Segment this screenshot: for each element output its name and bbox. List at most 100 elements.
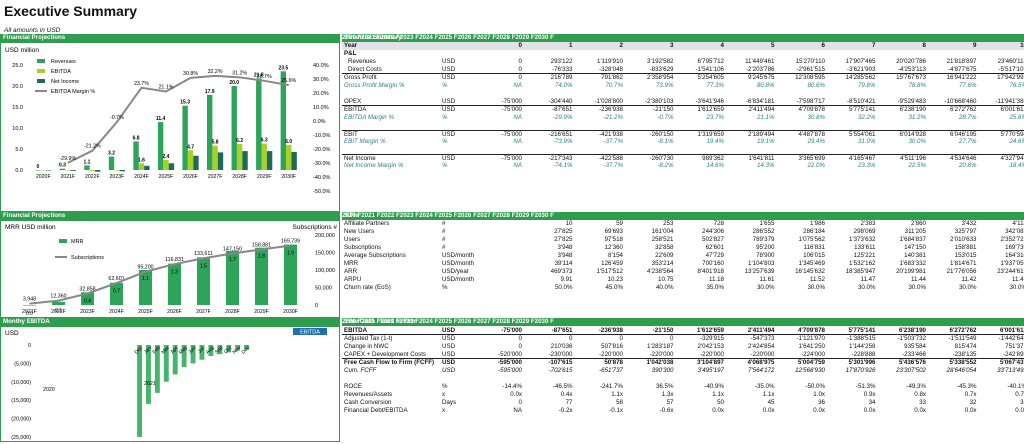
row-value: 24.6% xyxy=(1009,138,1024,145)
row-value: 164'310 xyxy=(1005,252,1024,259)
bar-ebitda xyxy=(163,159,169,170)
row-value: 1'655 xyxy=(759,220,775,227)
row-value: 23'244'615 xyxy=(997,268,1024,275)
row-unit: % xyxy=(442,284,448,291)
row-unit: # xyxy=(442,236,446,243)
row-value: 147'150 xyxy=(904,244,926,251)
row-value: 6 xyxy=(821,42,825,49)
row-value: NA xyxy=(513,138,522,145)
bar-net-income xyxy=(144,165,150,170)
monthly-ebitda-header: Monthy EBITDA xyxy=(0,318,340,326)
row-value: 258'521 xyxy=(651,236,674,243)
row-unit: USD xyxy=(442,74,456,81)
row-value: 2'010'633 xyxy=(950,236,977,243)
row-value: 4'238'564 xyxy=(647,268,674,275)
row-label: New Users xyxy=(344,228,375,235)
year-header-cell: 2028 F xyxy=(496,34,516,41)
x-tick-label: 2023F xyxy=(110,174,125,180)
x-tick-label: 2022F xyxy=(85,174,100,180)
row-value: 5'301'996 xyxy=(848,359,876,366)
year-header-cell: 2022 F xyxy=(380,34,400,41)
bar-net-income xyxy=(217,152,224,170)
row-unit: % xyxy=(442,114,448,121)
row-value: -2'380'103 xyxy=(644,98,674,105)
row-value: 6'001'612 xyxy=(1000,106,1024,113)
row-value: -0.7% xyxy=(657,114,674,121)
row-value: 97'518 xyxy=(604,236,623,243)
margin-data-label: 31.2% xyxy=(232,70,247,76)
row-value: 76.5% xyxy=(1009,82,1024,89)
ebitda-data-label: 2.4 xyxy=(163,154,170,160)
mrr-chart-panel: MRR USD million Subscriptions # 200,000 150… xyxy=(0,220,340,318)
row-value: 30.0% xyxy=(807,284,825,291)
summary-row: EBITDA USD -75'000 -87'651 -236'938 -21'150 1'… xyxy=(342,106,1024,114)
summary-row: Revenues USD 0 293'122 1'119'910 3'192'582 6'7… xyxy=(342,58,1024,66)
year-header-cell: 2026 F xyxy=(457,34,477,41)
summary-row xyxy=(342,146,1024,154)
year-header-cell: 2027 F xyxy=(476,34,497,41)
row-value: -304'440 xyxy=(548,98,573,105)
year-label: 2021 xyxy=(144,381,156,387)
row-value: 14.6% xyxy=(706,162,724,169)
row-value: -21.2% xyxy=(603,114,623,121)
x-tick-label: 2021F xyxy=(60,174,75,180)
row-value: 20'020'786 xyxy=(896,58,926,65)
row-value: 1'283'187 xyxy=(647,343,674,350)
bar-net-income xyxy=(70,170,76,171)
bar-revenues xyxy=(280,71,287,170)
row-value: 469'373 xyxy=(550,268,573,275)
row-unit: USD/month xyxy=(442,252,474,259)
summary-row: Net Income USD -75'000 -217'343 -422'588 -260… xyxy=(342,154,1024,162)
row-value: -1'121'970 xyxy=(796,335,825,342)
row-value: -595'000 xyxy=(497,359,522,366)
legend-label: Net Income xyxy=(51,79,79,85)
row-value: 95'200 xyxy=(756,244,775,251)
fcf-row: Financial Debt/EBITDA x NA -0.2x -0.1x -0.6x 0… xyxy=(342,407,1024,415)
financial-summary-table: Year 0 1 2 3 4 5 6 7 8 9 10 P&L Revenues USD 0 293'122 1… xyxy=(342,42,1024,170)
row-value: -2'961'515 xyxy=(796,66,825,73)
row-value: 3'104'897 xyxy=(696,359,724,366)
row-unit: USD xyxy=(442,343,456,350)
row-value: 253 xyxy=(663,220,674,227)
row-value: 79.8% xyxy=(857,82,876,89)
y2-tick-label: -30.0% xyxy=(313,161,331,167)
row-value: -29.9% xyxy=(552,114,573,121)
row-value: -8.1% xyxy=(657,138,674,145)
row-value: 1.3x xyxy=(661,391,674,398)
revenue-data-label: 11.4 xyxy=(156,116,166,122)
fcf-row: ROCE% -14.4% -46.5% -241.7% 36.5% -40.9% -35.0… xyxy=(342,383,1024,391)
row-unit: USD xyxy=(442,98,456,105)
row-value: 0.0x xyxy=(813,407,825,414)
row-unit: USD/year xyxy=(442,268,469,275)
row-value: 30.0% xyxy=(756,284,775,291)
row-value: 0.0x xyxy=(914,407,926,414)
row-value: -74.1% xyxy=(552,162,573,169)
row-value: -107'615 xyxy=(548,359,573,366)
summary-row: Gross Profit USD 0 216'789 791'862 2'358'954 5… xyxy=(342,74,1024,82)
row-value: 34 xyxy=(868,399,876,406)
summary-row: EBITDA Margin %% NA -29.9% -21.2% -0.7% 23.7%… xyxy=(342,114,1024,122)
row-unit: USD xyxy=(442,351,456,358)
bar-ebitda xyxy=(89,170,96,171)
row-value: 32 xyxy=(1020,399,1024,406)
row-label: Cum. FCFF xyxy=(344,367,377,374)
row-label: Financial Debt/EBITDA xyxy=(344,407,408,414)
y2-tick-label: 150,000 xyxy=(315,251,335,257)
row-value: 507'816 xyxy=(601,343,623,350)
row-value: 0.9x xyxy=(863,391,876,398)
row-value: 17'870'926 xyxy=(845,367,876,374)
row-value: 342'087 xyxy=(1005,228,1024,235)
row-label: Free Cash Flow to Firm (FCFF) xyxy=(344,359,435,366)
year-header-cell: 2023 F xyxy=(399,34,420,41)
row-value: 4'709'878 xyxy=(798,106,825,113)
row-unit: # xyxy=(442,228,446,235)
row-label: P&L xyxy=(344,50,357,57)
row-value: -21'150 xyxy=(652,327,674,334)
y2-tick-label: -50.0% xyxy=(313,189,331,195)
row-value: 40.0% xyxy=(655,284,674,291)
chart-ylabel: USD xyxy=(5,330,19,337)
row-value: 789'379 xyxy=(752,236,775,243)
legend-label: Subscriptions xyxy=(71,255,104,261)
bar-ebitda xyxy=(138,163,145,170)
row-value: 14'285'562 xyxy=(845,74,876,81)
